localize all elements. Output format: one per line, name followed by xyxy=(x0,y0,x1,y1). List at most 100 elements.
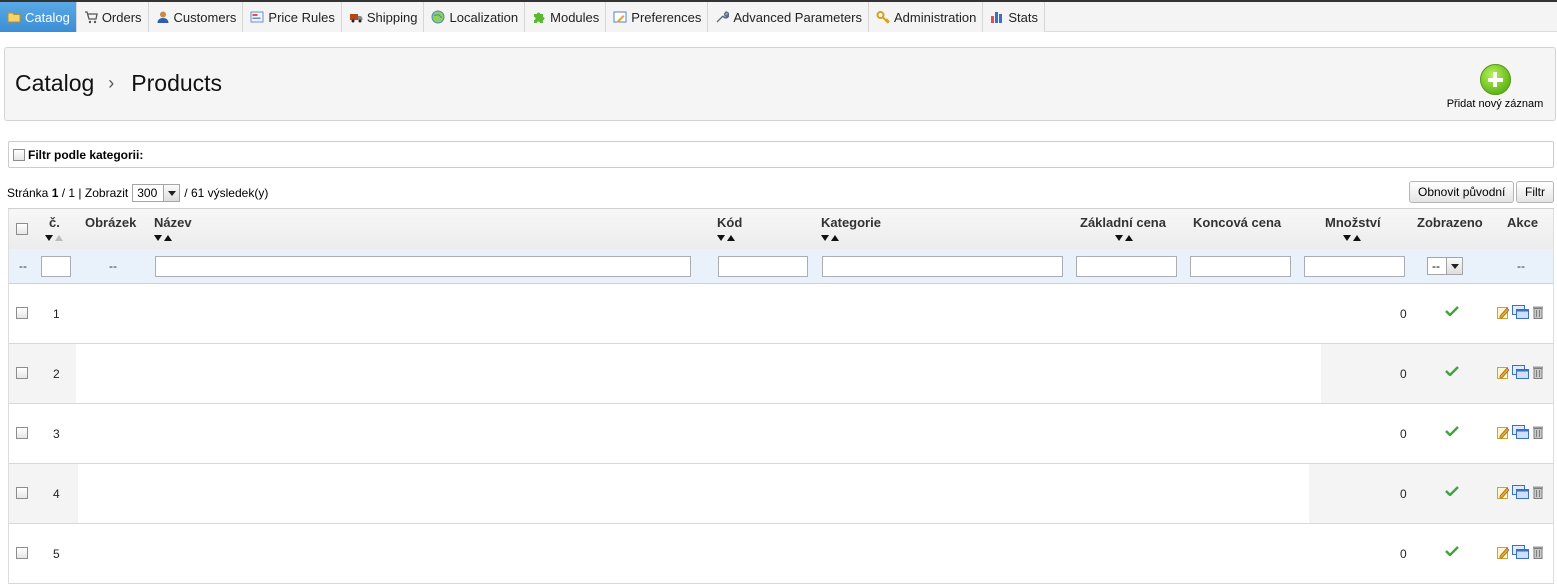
delete-icon[interactable] xyxy=(1532,365,1544,379)
filter-displayed-select[interactable]: -- xyxy=(1427,257,1463,275)
tab-price-rules[interactable]: Price Rules xyxy=(243,2,342,32)
tab-modules[interactable]: Modules xyxy=(525,2,607,32)
duplicate-icon[interactable] xyxy=(1512,425,1530,439)
sort-desc-icon[interactable] xyxy=(717,235,725,241)
col-header-quantity[interactable]: Množství xyxy=(1325,215,1381,230)
edit-icon[interactable] xyxy=(1497,305,1510,319)
row-actions xyxy=(1497,365,1544,379)
delete-icon[interactable] xyxy=(1532,545,1544,559)
row-actions xyxy=(1497,485,1544,499)
tab-catalog[interactable]: Catalog xyxy=(0,2,77,32)
table-row[interactable]: 3 0 xyxy=(8,404,1554,464)
sort-asc-icon[interactable] xyxy=(831,235,839,241)
row-checkbox[interactable] xyxy=(16,547,28,559)
check-icon[interactable] xyxy=(1445,306,1459,316)
tab-localization[interactable]: Localization xyxy=(424,2,526,32)
duplicate-icon[interactable] xyxy=(1512,305,1530,319)
col-header-reference[interactable]: Kód xyxy=(717,215,742,230)
check-icon[interactable] xyxy=(1445,426,1459,436)
page-title: Products xyxy=(131,70,223,96)
sort-category xyxy=(821,235,839,241)
col-header-category[interactable]: Kategorie xyxy=(821,215,881,230)
chevron-down-icon xyxy=(1446,258,1462,274)
col-header-id[interactable]: č. xyxy=(49,215,60,230)
current-page: 1 xyxy=(51,186,59,200)
sort-asc-icon[interactable] xyxy=(727,235,735,241)
category-filter-checkbox[interactable] xyxy=(13,148,25,161)
duplicate-icon[interactable] xyxy=(1512,365,1530,379)
edit-icon[interactable] xyxy=(1497,365,1510,379)
tab-list: Catalog Orders Customers Price Rules Shi… xyxy=(0,2,1557,32)
tab-advanced-parameters[interactable]: Advanced Parameters xyxy=(708,2,869,32)
sort-asc-icon[interactable] xyxy=(1125,235,1133,241)
sort-id xyxy=(45,235,63,241)
tab-label: Price Rules xyxy=(268,9,335,25)
select-all-checkbox[interactable] xyxy=(16,223,28,235)
col-header-name[interactable]: Název xyxy=(154,215,192,230)
sort-desc-icon[interactable] xyxy=(821,235,829,241)
filter-button[interactable]: Filtr xyxy=(1516,181,1554,203)
tab-label: Catalog xyxy=(25,9,70,25)
delete-icon[interactable] xyxy=(1532,305,1544,319)
table-row[interactable]: 1 0 xyxy=(8,284,1554,344)
add-new-button[interactable]: Přidat nový záznam xyxy=(1445,64,1545,110)
filter-final-price-input[interactable] xyxy=(1190,256,1291,277)
edit-icon[interactable] xyxy=(1497,545,1510,559)
filter-displayed-value: -- xyxy=(1432,259,1440,273)
row-checkbox[interactable] xyxy=(16,367,28,379)
wrench-icon xyxy=(716,11,730,23)
duplicate-icon[interactable] xyxy=(1512,545,1530,559)
puzzle-icon xyxy=(534,12,545,23)
tab-administration[interactable]: Administration xyxy=(869,2,984,32)
edit-icon[interactable] xyxy=(1497,425,1510,439)
check-icon[interactable] xyxy=(1445,546,1459,556)
filter-category-input[interactable] xyxy=(822,256,1063,277)
duplicate-icon[interactable] xyxy=(1512,485,1530,499)
row-quantity: 0 xyxy=(1400,487,1407,501)
sort-desc-icon[interactable] xyxy=(154,235,162,241)
row-checkbox[interactable] xyxy=(16,487,28,499)
edit-icon[interactable] xyxy=(1497,485,1510,499)
delete-icon[interactable] xyxy=(1532,425,1544,439)
table-row[interactable]: 2 0 xyxy=(8,344,1554,404)
sort-asc-icon[interactable] xyxy=(164,235,172,241)
delete-icon[interactable] xyxy=(1532,485,1544,499)
filter-reference-input[interactable] xyxy=(718,256,808,277)
col-header-base-price[interactable]: Základní cena xyxy=(1080,215,1166,230)
sort-desc-icon[interactable] xyxy=(1343,235,1351,241)
filter-quantity-input[interactable] xyxy=(1304,256,1405,277)
row-checkbox[interactable] xyxy=(16,427,28,439)
tab-shipping[interactable]: Shipping xyxy=(341,2,425,32)
tab-preferences[interactable]: Preferences xyxy=(606,2,709,32)
filter-base-price-input[interactable] xyxy=(1076,256,1177,277)
filter-row: -- -- -- -- xyxy=(8,249,1554,284)
per-page-select[interactable]: 300 xyxy=(132,184,181,202)
tab-customers[interactable]: Customers xyxy=(148,2,244,32)
tab-orders[interactable]: Orders xyxy=(76,2,149,32)
filter-dash: -- xyxy=(1517,259,1525,273)
reset-button[interactable]: Obnovit původní xyxy=(1409,181,1515,203)
filter-id-input[interactable] xyxy=(41,256,71,277)
sort-asc-icon[interactable] xyxy=(55,235,63,241)
breadcrumb: Catalog › Products xyxy=(15,70,222,97)
row-id: 2 xyxy=(53,367,60,381)
tab-label: Orders xyxy=(101,9,142,25)
table-row[interactable]: 4 0 xyxy=(8,464,1554,524)
breadcrumb-root[interactable]: Catalog xyxy=(15,70,94,97)
row-checkbox[interactable] xyxy=(16,307,28,319)
sort-desc-icon[interactable] xyxy=(45,235,53,241)
filter-name-input[interactable] xyxy=(155,256,691,277)
check-icon[interactable] xyxy=(1445,366,1459,376)
check-icon[interactable] xyxy=(1445,486,1459,496)
sort-asc-icon[interactable] xyxy=(1353,235,1361,241)
tab-stats[interactable]: Stats xyxy=(983,2,1045,32)
cart-icon xyxy=(84,11,98,24)
sort-desc-icon[interactable] xyxy=(1115,235,1123,241)
tab-label: Modules xyxy=(550,9,600,25)
globe-icon xyxy=(431,10,445,24)
row-actions xyxy=(1497,305,1544,319)
price-tag-icon xyxy=(250,11,264,23)
table-row[interactable]: 5 0 xyxy=(8,524,1554,584)
sort-name xyxy=(154,235,172,241)
col-header-displayed: Zobrazeno xyxy=(1417,215,1483,230)
